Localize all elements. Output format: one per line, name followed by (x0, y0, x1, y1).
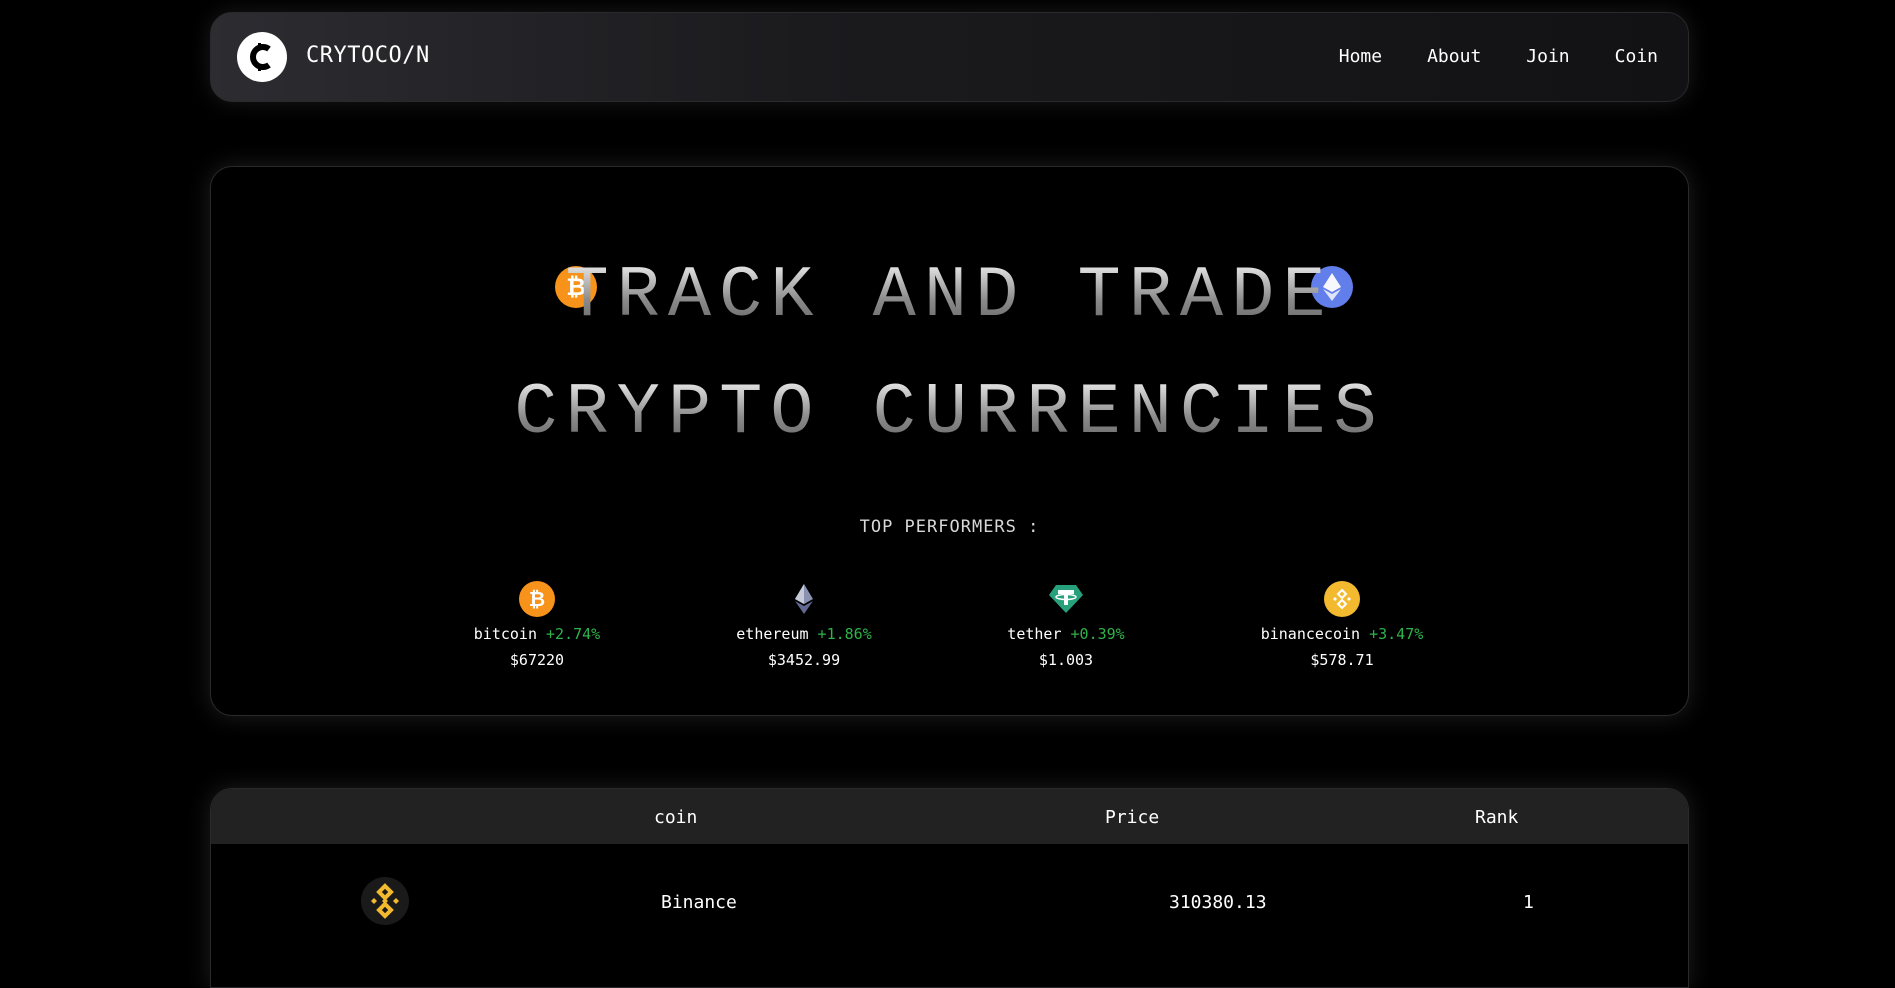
performer-name: ethereum (736, 625, 809, 643)
table-cell-rank: 1 (1523, 892, 1534, 913)
coin-table: coin Price Rank Binance 310380.13 1 (210, 788, 1689, 988)
table-header: coin Price Rank (211, 789, 1688, 844)
navbar: CRYTOCO/N Home About Join Coin (210, 12, 1689, 102)
performer-price: $578.71 (1310, 651, 1374, 669)
performer-change: +1.86% (817, 625, 872, 643)
performer-price: $67220 (509, 651, 565, 669)
column-header-coin[interactable]: coin (654, 807, 697, 828)
performer-name: binancecoin (1260, 625, 1361, 643)
hero-title-line1: TRACK AND TRADE (211, 255, 1688, 337)
binance-icon (361, 877, 409, 925)
hero-section: ₿ TRACK AND TRADE CRYPTO CURRENCIES TOP … (210, 166, 1689, 716)
performer-change: +2.74% (546, 625, 601, 643)
performer-change: +3.47% (1369, 625, 1424, 643)
performer-price: $1.003 (1038, 651, 1094, 669)
performer-name: tether (1007, 625, 1062, 643)
nav-link-home[interactable]: Home (1339, 46, 1382, 67)
bitcoin-icon: ₿ (519, 581, 555, 617)
performer-price: $3452.99 (767, 651, 841, 669)
performer-change: +0.39% (1070, 625, 1125, 643)
table-cell-coin[interactable]: Binance (661, 892, 737, 913)
tether-icon (1048, 581, 1084, 617)
performer-name: bitcoin (473, 625, 537, 643)
nav-link-join[interactable]: Join (1526, 46, 1569, 67)
column-header-price[interactable]: Price (1105, 807, 1159, 828)
nav-links: Home About Join Coin (1339, 46, 1658, 67)
table-cell-price: 310380.13 (1169, 892, 1267, 913)
hero-title-line2: CRYPTO CURRENCIES (211, 372, 1688, 454)
performer-card[interactable]: ethereum +1.86% $3452.99 (704, 581, 904, 669)
logo-icon[interactable] (237, 32, 287, 82)
ethereum-icon (786, 581, 822, 617)
performer-card[interactable]: tether +0.39% $1.003 (966, 581, 1166, 669)
nav-link-coin[interactable]: Coin (1615, 46, 1658, 67)
performer-card[interactable]: ₿ bitcoin +2.74% $67220 (437, 581, 637, 669)
top-performers-label: TOP PERFORMERS : (859, 517, 1040, 537)
brand-name[interactable]: CRYTOCO/N (306, 43, 430, 68)
column-header-rank[interactable]: Rank (1475, 807, 1518, 828)
binancecoin-icon (1324, 581, 1360, 617)
nav-link-about[interactable]: About (1427, 46, 1481, 67)
performer-card[interactable]: binancecoin +3.47% $578.71 (1242, 581, 1442, 669)
